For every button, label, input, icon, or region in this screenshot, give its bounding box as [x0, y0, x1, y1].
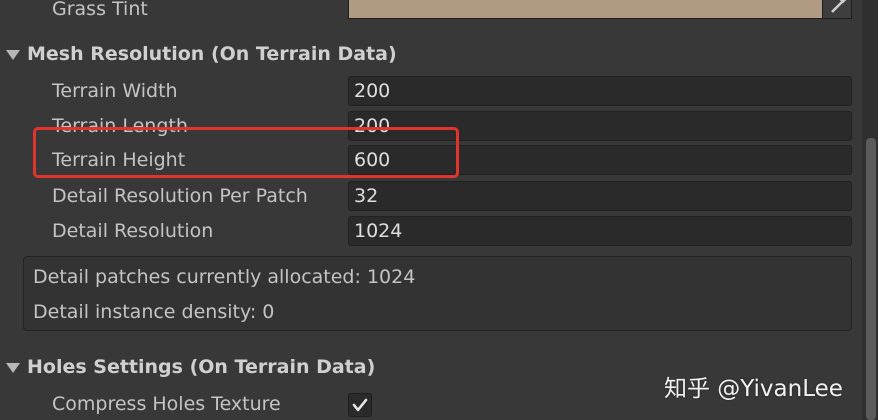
mesh-resolution-title: Mesh Resolution (On Terrain Data) — [27, 43, 397, 65]
detail-resolution-label: Detail Resolution — [52, 220, 214, 242]
detail-resolution-per-patch-label: Detail Resolution Per Patch — [52, 185, 308, 207]
detail-patches-allocated-text: Detail patches currently allocated: 1024 — [33, 266, 416, 288]
color-picker-button[interactable] — [822, 0, 852, 19]
foldout-expanded-icon — [6, 363, 20, 373]
checkmark-icon — [352, 398, 368, 412]
terrain-width-field[interactable]: 200 — [348, 76, 852, 106]
detail-instance-density-text: Detail instance density: 0 — [33, 301, 275, 323]
detail-info-box: Detail patches currently allocated: 1024… — [23, 256, 852, 331]
terrain-width-label: Terrain Width — [52, 80, 178, 102]
annotation-highlight-box — [33, 127, 459, 178]
scrollbar-thumb[interactable] — [866, 138, 876, 420]
holes-settings-title: Holes Settings (On Terrain Data) — [27, 356, 376, 378]
compress-holes-texture-checkbox[interactable] — [348, 393, 372, 417]
foldout-expanded-icon — [6, 50, 20, 60]
detail-resolution-field[interactable]: 1024 — [348, 216, 852, 246]
mesh-resolution-foldout[interactable]: Mesh Resolution (On Terrain Data) — [0, 42, 860, 72]
eyedropper-icon — [831, 0, 848, 13]
grass-tint-label: Grass Tint — [52, 0, 148, 20]
detail-resolution-per-patch-field[interactable]: 32 — [348, 181, 852, 211]
grass-tint-color-field[interactable] — [348, 0, 824, 19]
compress-holes-texture-label: Compress Holes Texture — [52, 393, 281, 415]
watermark-text: 知乎 @YivanLee — [664, 376, 843, 402]
